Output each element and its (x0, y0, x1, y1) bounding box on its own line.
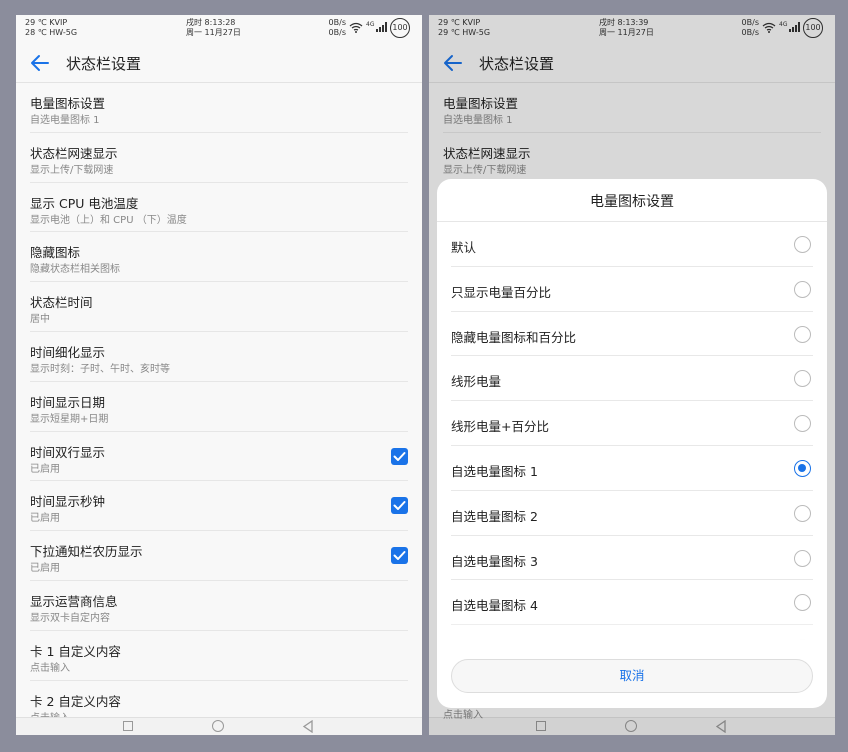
radio-button[interactable] (794, 280, 811, 298)
list-fade (437, 619, 827, 645)
settings-row[interactable]: 状态栏网速显示显示上传/下载网速 (30, 133, 408, 183)
circle-home-icon[interactable] (212, 720, 224, 732)
temp-line-1: 29 ℃ KVIP (25, 18, 68, 27)
row-title: 时间双行显示 (30, 444, 106, 460)
radio-button[interactable] (794, 415, 811, 433)
settings-row[interactable]: 时间细化显示显示时刻：子时、午时、亥时等 (30, 332, 408, 382)
cancel-button[interactable]: 取消 (451, 659, 813, 693)
row-title: 卡 2 自定义内容 (30, 693, 121, 709)
option-list: 默认只显示电量百分比隐藏电量图标和百分比 线形电量线形电量+百分比 自选电量图标 1… (437, 222, 827, 643)
row-title: 状态栏网速显示 (30, 145, 118, 161)
speed-down: 0B/s (328, 28, 346, 37)
status-time: 戌时 8:13:28 (186, 18, 236, 27)
row-title: 卡 1 自定义内容 (30, 643, 121, 659)
option-label: 自选电量图标 3 (451, 553, 538, 569)
radio-button[interactable] (794, 504, 811, 522)
status-bar: 29 ℃ KVIP 28 ℃ HW-5G 戌时 8:13:28 周一 11月27… (16, 15, 422, 45)
left-screen: 29 ℃ KVIP 28 ℃ HW-5G 戌时 8:13:28 周一 11月27… (16, 15, 422, 735)
dialog-option[interactable]: 自选电量图标 1 (451, 446, 813, 491)
dialog-option[interactable]: 默认 (451, 222, 813, 267)
settings-row[interactable]: 显示运营商信息显示双卡自定内容 (30, 581, 408, 631)
row-subtitle: 点击输入 (30, 662, 70, 674)
signal-icon: 4G (366, 21, 387, 32)
radio-button[interactable] (794, 370, 811, 388)
row-title: 电量图标设置 (30, 96, 106, 111)
dialog-option[interactable]: 只显示电量百分比 (451, 267, 813, 312)
row-title: 显示运营商信息 (30, 593, 118, 609)
temp-line-2: 28 ℃ HW-5G (25, 28, 78, 37)
option-label: 默认 (451, 240, 477, 255)
settings-row[interactable]: 下拉通知栏农历显示已启用 (30, 531, 408, 581)
settings-row[interactable]: 状态栏时间 居中 (30, 282, 408, 332)
dialog-option[interactable]: 自选电量图标 3 (451, 536, 813, 581)
radio-button[interactable] (794, 236, 811, 253)
checkbox[interactable] (391, 447, 408, 465)
row-title: 时间显示秒钟 (30, 494, 106, 510)
settings-row[interactable]: 隐藏图标隐藏状态栏相关图标 (30, 232, 408, 283)
triangle-back-icon[interactable] (302, 720, 314, 733)
settings-row[interactable]: 时间双行显示 已启用 (30, 432, 408, 482)
row-subtitle: 已启用 (30, 563, 60, 575)
row-title: 状态栏时间 (30, 295, 93, 311)
row-subtitle: 显示双卡自定内容 (30, 612, 110, 624)
checkbox[interactable] (391, 547, 408, 565)
check-icon (393, 451, 406, 461)
row-subtitle: 已启用 (30, 513, 60, 525)
speed-up: 0B/s (328, 18, 346, 27)
dialog-option[interactable]: 线形电量+百分比 (451, 401, 813, 446)
option-label: 隐藏电量图标和百分比 (451, 329, 577, 345)
back-arrow-icon[interactable] (30, 54, 50, 72)
page-title: 状态栏设置 (66, 55, 142, 73)
status-left: 29 ℃ KVIP 28 ℃ HW-5G (25, 18, 77, 38)
check-icon (393, 551, 406, 561)
option-label: 线形电量 (451, 374, 502, 390)
option-label: 自选电量图标 4 (451, 598, 538, 614)
row-subtitle: 隐藏状态栏相关图标 (30, 264, 120, 276)
option-label: 自选电量图标 1 (451, 463, 538, 479)
nav-bar (16, 717, 422, 735)
settings-list: 电量图标设置 自选电量图标 1 状态栏网速显示 显示上传/下载网速 显示 CPU 电池温… (16, 83, 422, 731)
check-icon (393, 501, 406, 511)
battery-indicator: 100 (390, 18, 410, 38)
settings-row[interactable]: 电量图标设置自选电量图标 1 (30, 83, 408, 133)
row-subtitle: 显示上传/下载网速 (30, 164, 114, 176)
row-title: 时间细化显示 (30, 344, 106, 360)
settings-row[interactable]: 卡 1 自定义内容点击输入 (30, 631, 408, 681)
row-subtitle: 显示时刻：子时、午时、亥时等 (30, 363, 170, 375)
settings-row[interactable]: 时间显示日期显示短星期+日期 (30, 382, 408, 432)
right-screen: 29 ℃ KVIP 29 ℃ HW-5G 戌时 8:13:39 周一 11月27… (429, 15, 835, 735)
radio-button[interactable] (794, 594, 811, 612)
row-subtitle: 居中 (30, 314, 50, 326)
status-clock: 戌时 8:13:28 周一 11月27日 (186, 18, 241, 38)
dialog-option[interactable]: 线形电量 (451, 356, 813, 402)
radio-button[interactable] (794, 325, 811, 343)
dialog-option[interactable]: 自选电量图标 2 (451, 491, 813, 536)
row-title: 时间显示日期 (30, 394, 106, 410)
battery-icon-dialog: 电量图标设置 默认只显示电量百分比隐藏电量图标和百分比 线形电量线形电量+百分比自… (437, 179, 827, 708)
wifi-icon (349, 22, 363, 33)
row-subtitle: 已启用 (30, 463, 60, 475)
app-bar: 状态栏设置 (16, 45, 422, 83)
net-speed: 0B/s 0B/s (322, 18, 346, 38)
square-recent-icon[interactable] (123, 721, 133, 731)
radio-button[interactable] (794, 459, 811, 477)
row-title: 隐藏图标 (30, 245, 81, 261)
row-title: 显示 CPU 电池温度 (30, 195, 139, 211)
dialog-option[interactable]: 隐藏电量图标和百分比 (451, 312, 813, 357)
dialog-title: 电量图标设置 (590, 194, 674, 210)
row-subtitle: 显示电池（上）和 CPU （下）温度 (30, 214, 187, 226)
radio-button[interactable] (794, 549, 811, 567)
row-subtitle: 自选电量图标 1 (30, 115, 100, 126)
row-subtitle: 显示短星期+日期 (30, 413, 109, 425)
settings-row[interactable]: 显示 CPU 电池温度显示电池（上）和 CPU （下）温度 (30, 183, 408, 233)
option-label: 只显示电量百分比 (451, 284, 552, 300)
option-label: 线形电量+百分比 (451, 419, 549, 435)
status-date: 周一 11月27日 (186, 28, 241, 37)
net-type-label: 4G (366, 21, 375, 28)
checkbox[interactable] (391, 497, 408, 515)
settings-row[interactable]: 时间显示秒钟 已启用 (30, 481, 408, 532)
option-label: 自选电量图标 2 (451, 508, 538, 524)
row-title: 下拉通知栏农历显示 (30, 544, 143, 560)
